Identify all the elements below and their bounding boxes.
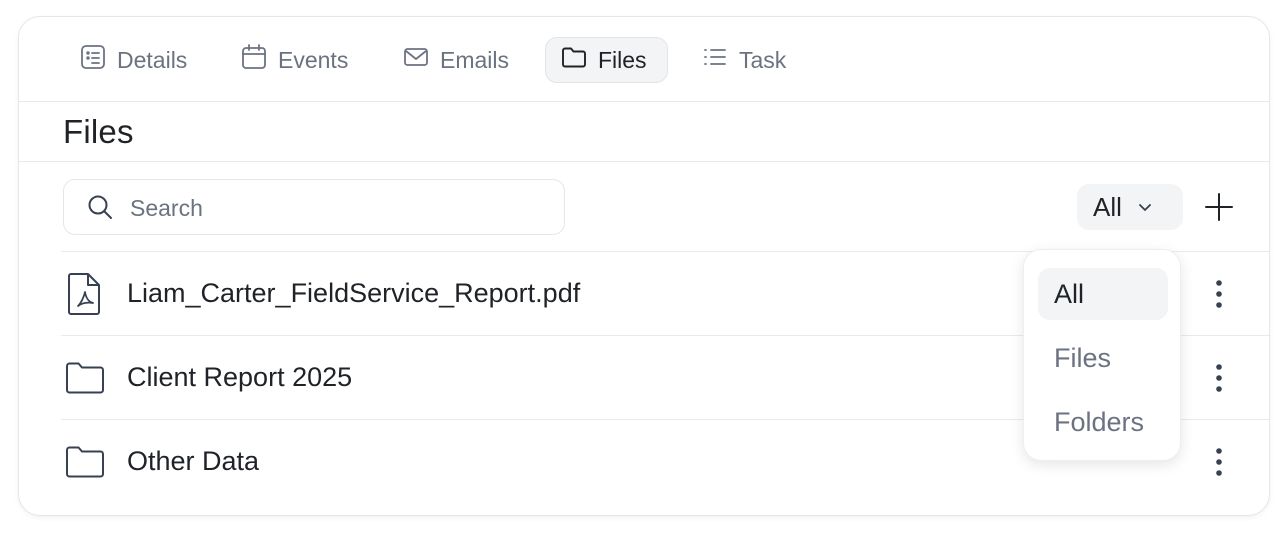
calendar-icon xyxy=(240,43,268,77)
folder-icon xyxy=(65,356,105,400)
search-input[interactable] xyxy=(128,180,552,236)
list-icon xyxy=(701,43,729,77)
more-options-icon[interactable] xyxy=(1201,358,1237,398)
tab-emails[interactable]: Emails xyxy=(388,37,523,83)
tab-label: Details xyxy=(117,46,188,73)
pdf-file-icon xyxy=(65,272,105,316)
search-box[interactable] xyxy=(63,179,565,236)
tab-label: Task xyxy=(739,46,787,73)
chevron-down-icon xyxy=(1136,192,1154,223)
title-row: Files xyxy=(19,102,1269,162)
details-icon xyxy=(79,43,107,77)
page-title: Files xyxy=(63,113,134,150)
mail-icon xyxy=(402,43,430,77)
more-options-icon[interactable] xyxy=(1201,442,1237,482)
tab-label: Files xyxy=(598,46,647,73)
filter-option-files[interactable]: Files xyxy=(1038,332,1168,384)
tab-events[interactable]: Events xyxy=(226,37,362,83)
filter-selected-label: All xyxy=(1093,191,1122,222)
filter-dropdown-menu: All Files Folders xyxy=(1023,249,1181,461)
filter-dropdown-button[interactable]: All xyxy=(1077,184,1183,230)
tab-task[interactable]: Task xyxy=(687,37,800,83)
file-name: Liam_Carter_FieldService_Report.pdf xyxy=(127,278,581,308)
more-options-icon[interactable] xyxy=(1201,274,1237,314)
filter-option-all[interactable]: All xyxy=(1038,268,1168,320)
files-card: Details Events Emails Files Task Files S… xyxy=(18,16,1270,516)
tab-bar: Details Events Emails Files Task xyxy=(19,17,1269,102)
tab-files[interactable]: Files xyxy=(545,37,668,83)
folder-icon xyxy=(560,43,588,77)
file-name: Other Data xyxy=(127,446,260,476)
filter-option-folders[interactable]: Folders xyxy=(1038,396,1168,448)
plus-icon xyxy=(1201,193,1237,229)
tab-label: Emails xyxy=(440,46,510,73)
file-name: Client Report 2025 xyxy=(127,362,353,392)
tab-details[interactable]: Details xyxy=(65,37,201,83)
tab-label: Events xyxy=(278,46,349,73)
folder-icon xyxy=(65,440,105,484)
add-button[interactable] xyxy=(1201,189,1237,225)
